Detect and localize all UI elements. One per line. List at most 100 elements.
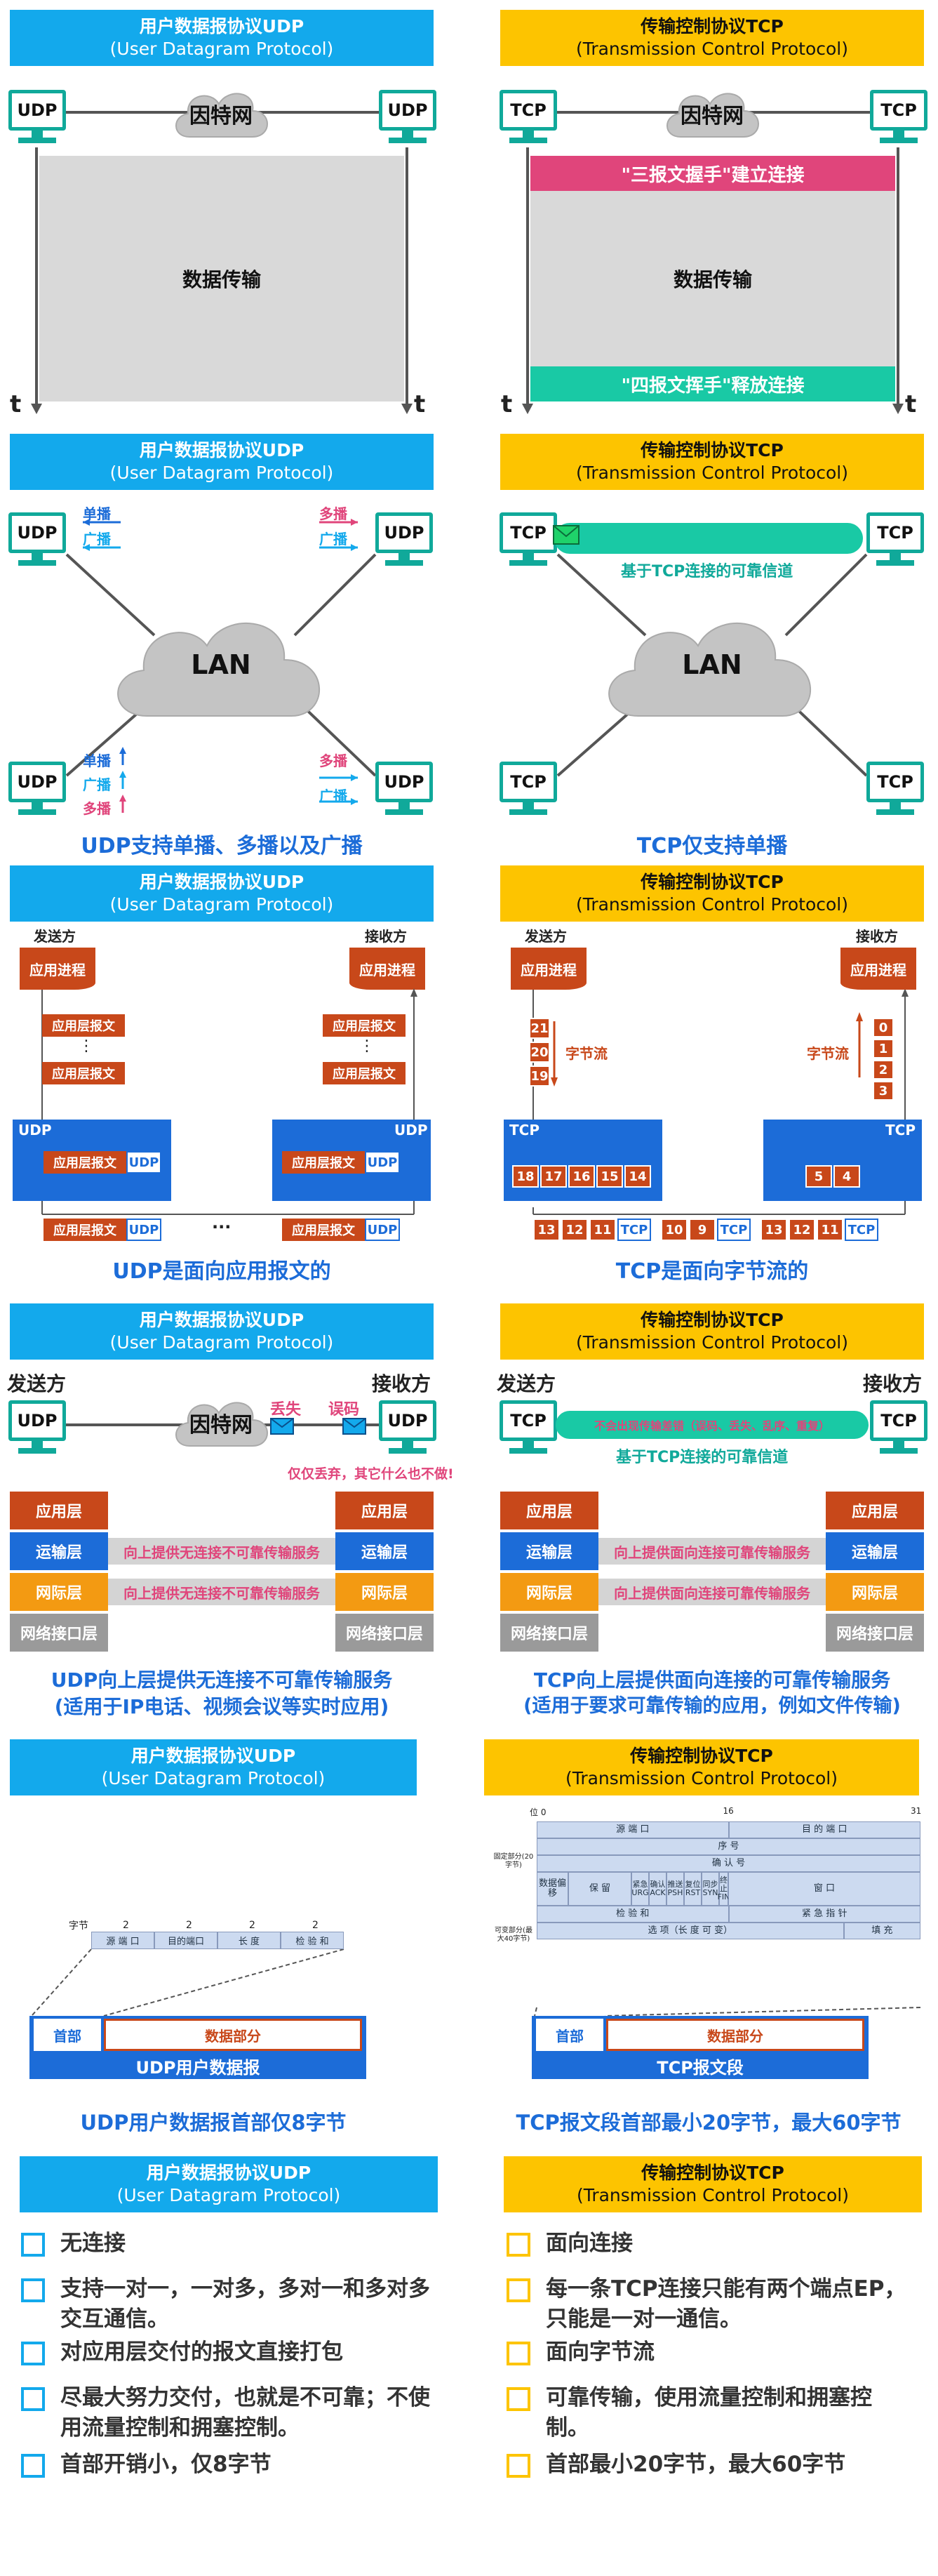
tcp-header: TCP	[845, 1219, 878, 1241]
layer-0: 应用层	[335, 1492, 434, 1529]
udp-field: 长 度	[217, 1932, 281, 1949]
variable-part-label: 可变部分(最大40字节)	[495, 1927, 532, 1943]
tcp-header-part: 首部	[536, 2019, 603, 2051]
byte-box: 18	[512, 1165, 539, 1188]
tcp-feature: 可靠传输，使用流量控制和拥塞控制。	[546, 2385, 872, 2441]
byte-count: 2	[312, 1920, 319, 1931]
service-arrow: 向上提供无连接不可靠传输服务	[108, 1579, 335, 1605]
tcp-field: 目 的 端 口	[728, 1821, 920, 1838]
tcp-feature: 面向字节流	[546, 2339, 655, 2365]
udp-field: 源 端 口	[91, 1932, 154, 1949]
layer-3: 网络接口层	[335, 1614, 434, 1652]
tcp-field: 填 充	[843, 1923, 920, 1939]
checkbox-icon	[507, 2342, 530, 2365]
udp-feature: 对应用层交付的报文直接打包	[60, 2339, 343, 2365]
byte-box: 15	[596, 1165, 623, 1188]
layer-2: 网际层	[826, 1573, 924, 1611]
tcp-data-part: 数据部分	[606, 2019, 864, 2051]
layer-3: 网络接口层	[500, 1614, 598, 1652]
layer-0: 应用层	[10, 1492, 108, 1529]
service-arrow: 向上提供无连接不可靠传输服务	[108, 1538, 335, 1565]
byte-box: 11	[817, 1219, 843, 1241]
layer-1: 运输层	[826, 1532, 924, 1570]
checkbox-icon	[21, 2387, 45, 2411]
byte-box: 21	[529, 1018, 550, 1039]
bit-mark: 31	[911, 1806, 922, 1816]
udp-tcp-comparison-diagram: 用户数据报协议UDP (User Datagram Protocol) 传输控制…	[0, 0, 938, 2576]
tcp-field: 紧急 URG	[631, 1872, 649, 1906]
layer-1: 运输层	[10, 1532, 108, 1570]
byte-box: 9	[689, 1219, 716, 1241]
byte-box: 19	[529, 1065, 550, 1087]
tcp-header: TCP	[717, 1219, 751, 1241]
layer-3: 网络接口层	[10, 1614, 108, 1652]
tcp-feature: 每一条TCP连接只能有两个端点EP，只能是一对一通信。	[546, 2276, 906, 2332]
udp-data-part: 数据部分	[104, 2019, 362, 2051]
layer-2: 网际层	[10, 1573, 108, 1611]
bit-mark: 16	[723, 1806, 734, 1816]
tcp-feature: 首部最小20字节，最大60字节	[546, 2452, 846, 2477]
byte-box: 12	[561, 1219, 588, 1241]
byte-count: 2	[123, 1920, 129, 1931]
tcp-field: 推送 PSH	[666, 1872, 684, 1906]
udp-caption: UDP用户数据报首部仅8字节	[80, 2111, 347, 2135]
tcp-field: 检 验 和	[537, 1906, 729, 1923]
udp-field: 检 验 和	[281, 1932, 344, 1949]
tcp-field: 窗 口	[728, 1872, 920, 1906]
byte-box: 14	[624, 1165, 651, 1188]
tcp-field: 确 认 号	[537, 1855, 920, 1872]
tcp-field: 终止 FIN	[718, 1872, 730, 1906]
udp-feature: 支持一对一，一对多，多对一和多对多交互通信。	[60, 2276, 430, 2332]
byte-count: 2	[249, 1920, 255, 1931]
tcp-field: 紧 急 指 针	[728, 1906, 920, 1923]
checkbox-icon	[21, 2342, 45, 2365]
tcp-field: 同步 SYN	[702, 1872, 719, 1906]
byte-box: 4	[833, 1165, 860, 1188]
byte-count: 2	[186, 1920, 192, 1931]
bit-mark: 位 0	[530, 1807, 547, 1817]
tcp-field: 保 留	[568, 1872, 631, 1906]
checkbox-icon	[21, 2454, 45, 2478]
checkbox-icon	[507, 2278, 530, 2302]
layer-2: 网际层	[500, 1573, 598, 1611]
byte-box: 12	[789, 1219, 815, 1241]
byte-box: 0	[873, 1018, 894, 1037]
udp-feature: 首部开销小，仅8字节	[60, 2452, 272, 2477]
tcp-header: TCP	[617, 1219, 651, 1241]
tcp-field: 源 端 口	[537, 1821, 729, 1838]
tcp-caption: TCP报文段首部最小20字节，最大60字节	[516, 2111, 902, 2135]
tcp-field: 确认 ACK	[649, 1872, 666, 1906]
tcp-field: 数据偏移	[537, 1872, 568, 1906]
udp-datagram-label: UDP用户数据报	[135, 2057, 260, 2078]
fixed-part-label: 固定部分(20字节)	[493, 1853, 534, 1869]
checkbox-icon	[21, 2278, 45, 2302]
udp-field: 目的端口	[154, 1932, 217, 1949]
checkbox-icon	[507, 2233, 530, 2257]
byte-box: 2	[873, 1060, 894, 1080]
checkbox-icon	[21, 2233, 45, 2257]
layer-1: 运输层	[500, 1532, 598, 1570]
byte-box: 13	[761, 1219, 787, 1241]
tcp-field: 选 项（长 度 可 变）	[537, 1923, 844, 1939]
byte-box: 1	[873, 1039, 894, 1058]
byte-box: 13	[533, 1219, 560, 1241]
service-arrow: 向上提供面向连接可靠传输服务	[598, 1538, 826, 1565]
layer-3: 网络接口层	[826, 1614, 924, 1652]
layer-2: 网际层	[335, 1573, 434, 1611]
tcp-segment-label: TCP报文段	[657, 2057, 744, 2078]
udp-banner: 用户数据报协议UDP (User Datagram Protocol)	[20, 2156, 438, 2212]
byte-box: 5	[805, 1165, 832, 1188]
tcp-field: 序 号	[537, 1838, 920, 1855]
tcp-field: 复位 RST	[684, 1872, 702, 1906]
layer-0: 应用层	[826, 1492, 924, 1529]
checkbox-icon	[507, 2387, 530, 2411]
byte-box: 17	[540, 1165, 567, 1188]
byte-box: 16	[568, 1165, 595, 1188]
service-arrow: 向上提供面向连接可靠传输服务	[598, 1579, 826, 1605]
udp-feature: 尽最大努力交付，也就是不可靠；不使用流量控制和拥塞控制。	[60, 2385, 430, 2441]
tcp-banner: 传输控制协议TCP (Transmission Control Protocol…	[504, 2156, 922, 2212]
checkbox-icon	[507, 2454, 530, 2478]
byte-box: 3	[873, 1081, 894, 1101]
layer-1: 运输层	[335, 1532, 434, 1570]
udp-header-part: 首部	[34, 2019, 101, 2051]
